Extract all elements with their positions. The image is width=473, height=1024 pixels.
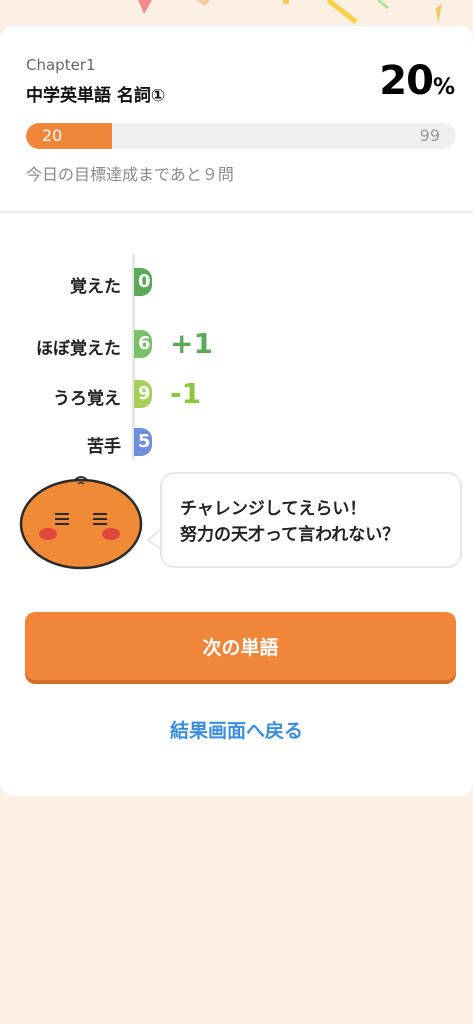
- stat-label: うろ覚え: [53, 389, 121, 409]
- result-card: Chapter1 中学英単語 名詞① 20% 20 99 今日の目標達成まであと…: [0, 26, 473, 796]
- stat-value: 0: [138, 271, 151, 292]
- orange-mascot-icon: [19, 476, 143, 570]
- stat-label: 苦手: [87, 437, 121, 457]
- progress-percent: 20%: [379, 58, 455, 104]
- stat-label: 覚えた: [70, 277, 121, 297]
- stat-label: ほぼ覚えた: [36, 339, 121, 359]
- back-to-results-link[interactable]: 結果画面へ戻る: [0, 716, 473, 743]
- stat-delta: +1: [170, 327, 213, 360]
- daily-goal-remaining: 今日の目標達成まであと９問: [26, 165, 234, 184]
- stat-delta: -1: [170, 377, 202, 410]
- message-line-2: 努力の天才って言われない？: [180, 525, 400, 545]
- next-word-button[interactable]: 次の単語: [25, 612, 456, 680]
- progress-max: 99: [419, 126, 440, 145]
- progress-current: 20: [42, 126, 63, 145]
- progress-bar: 20 99: [26, 123, 456, 149]
- stat-row-weak: 苦手 5: [0, 426, 473, 458]
- stat-row-memorized: 覚えた 0: [0, 266, 473, 298]
- stat-value: 6: [138, 333, 151, 354]
- progress-bar-fill: [26, 123, 112, 149]
- progress-percent-symbol: %: [432, 75, 455, 100]
- stat-row-vague: うろ覚え 9 -1: [0, 377, 473, 410]
- progress-header: Chapter1 中学英単語 名詞① 20% 20 99 今日の目標達成まであと…: [0, 26, 473, 213]
- divider: [0, 211, 473, 213]
- stat-row-mostly-memorized: ほぼ覚えた 6 +1: [0, 327, 473, 360]
- message-line-1: チャレンジしてえらい！: [180, 499, 367, 519]
- chapter-label: Chapter1: [26, 56, 96, 74]
- mascot-message: チャレンジしてえらい！ 努力の天才って言われない？: [180, 496, 399, 548]
- speech-bubble: チャレンジしてえらい！ 努力の天才って言われない？: [160, 472, 462, 568]
- stat-value: 9: [138, 383, 151, 404]
- progress-percent-value: 20: [379, 58, 434, 104]
- stat-value: 5: [138, 431, 151, 452]
- deck-title: 中学英単語 名詞①: [26, 86, 166, 106]
